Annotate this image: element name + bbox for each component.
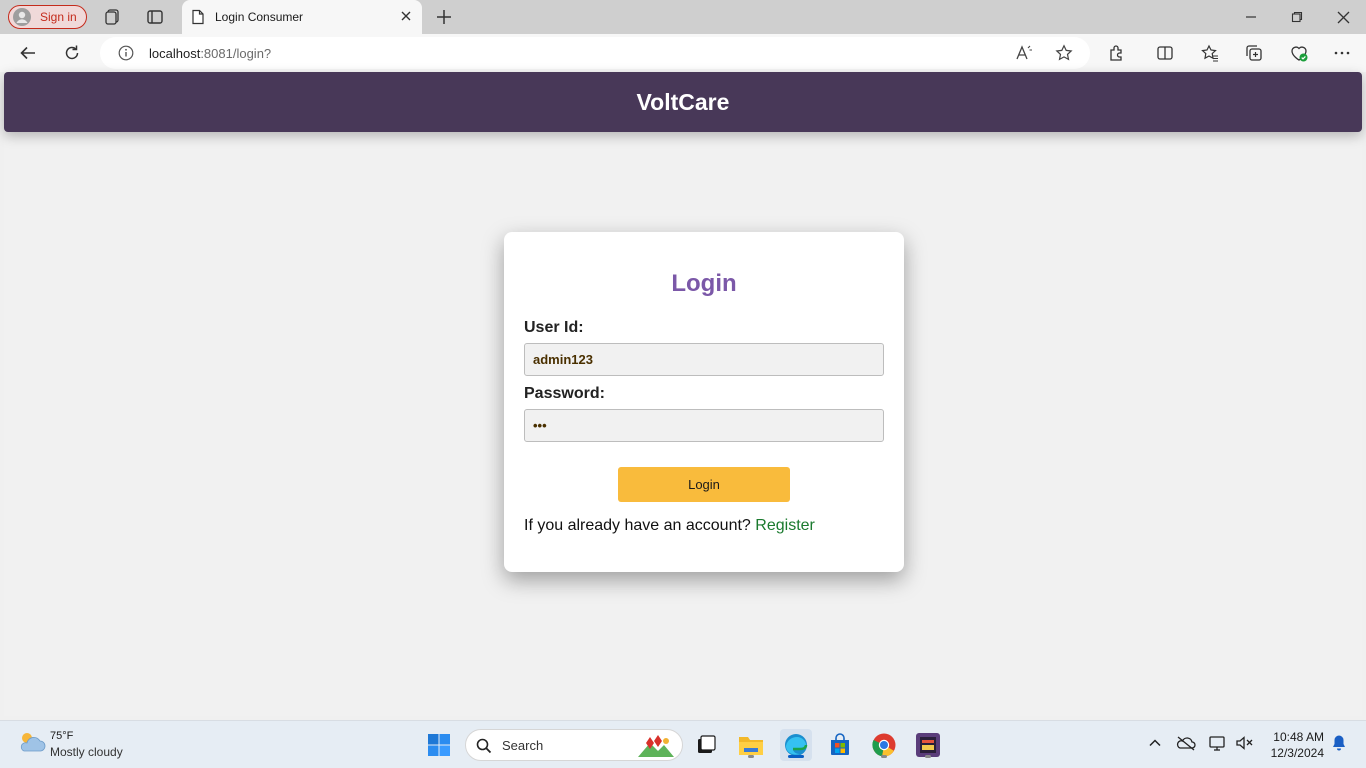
read-aloud-icon[interactable] bbox=[1012, 41, 1036, 65]
profile-label: Sign in bbox=[40, 10, 77, 24]
taskbar-search[interactable]: Search bbox=[465, 729, 683, 761]
profile-sign-in-button[interactable]: Sign in bbox=[8, 5, 87, 29]
system-clock[interactable]: 10:48 AM 12/3/2024 bbox=[1262, 729, 1324, 761]
app-running-indicator bbox=[748, 755, 754, 758]
weather-condition: Mostly cloudy bbox=[50, 745, 123, 759]
network-icon[interactable] bbox=[1208, 733, 1228, 753]
clock-date: 12/3/2024 bbox=[1270, 746, 1324, 760]
register-link[interactable]: Register bbox=[755, 517, 815, 534]
search-icon bbox=[476, 738, 492, 754]
windows-taskbar: 75°F Mostly cloudy Search 10:48 AM 12/3/… bbox=[0, 720, 1366, 768]
url-path: :8081/login? bbox=[200, 46, 272, 61]
maximize-icon[interactable] bbox=[1285, 5, 1309, 29]
weather-temp: 75°F bbox=[50, 730, 74, 742]
app-active-indicator bbox=[788, 755, 804, 758]
new-tab-icon[interactable] bbox=[432, 5, 456, 29]
url-text[interactable]: localhost:8081/login? bbox=[149, 46, 271, 61]
login-button[interactable]: Login bbox=[618, 467, 790, 502]
url-host: localhost bbox=[149, 46, 201, 61]
page-viewport: VoltCare Login User Id: Password: Login … bbox=[4, 72, 1362, 716]
app-running-indicator bbox=[925, 755, 931, 758]
search-label: Search bbox=[502, 738, 544, 753]
chevron-up-icon[interactable] bbox=[1145, 733, 1165, 753]
clock-time: 10:48 AM bbox=[1273, 730, 1324, 744]
minimize-icon[interactable] bbox=[1239, 5, 1263, 29]
file-explorer-icon[interactable] bbox=[735, 729, 767, 761]
collections-icon[interactable] bbox=[1242, 41, 1266, 65]
more-icon[interactable] bbox=[1330, 41, 1354, 65]
app-running-indicator bbox=[881, 755, 887, 758]
app-icon[interactable] bbox=[912, 729, 944, 761]
browser-toolbar: localhost:8081/login? bbox=[0, 34, 1366, 72]
register-prompt-text: If you already have an account? bbox=[524, 517, 751, 534]
extensions-icon[interactable] bbox=[1105, 41, 1129, 65]
store-icon[interactable] bbox=[824, 729, 856, 761]
browser-tabstrip: Sign in Login Consumer bbox=[0, 0, 1366, 34]
login-card: Login User Id: Password: Login If you al… bbox=[504, 232, 904, 572]
notification-icon[interactable] bbox=[1329, 733, 1349, 753]
split-screen-icon[interactable] bbox=[1153, 41, 1177, 65]
weather-icon bbox=[20, 733, 46, 752]
weather-widget[interactable]: 75°F Mostly cloudy bbox=[16, 727, 123, 762]
back-icon[interactable] bbox=[16, 41, 40, 65]
tab-title: Login Consumer bbox=[215, 10, 304, 24]
refresh-icon[interactable] bbox=[60, 41, 84, 65]
window-close-icon[interactable] bbox=[1331, 5, 1355, 29]
user-icon bbox=[13, 8, 31, 26]
favorites-icon[interactable] bbox=[1198, 41, 1222, 65]
chrome-icon[interactable] bbox=[868, 729, 900, 761]
onedrive-icon[interactable] bbox=[1176, 733, 1196, 753]
browser-essentials-icon[interactable] bbox=[1287, 41, 1311, 65]
login-heading: Login bbox=[671, 270, 737, 297]
volume-icon[interactable] bbox=[1235, 733, 1255, 753]
password-label: Password: bbox=[524, 385, 605, 402]
register-prompt: If you already have an account? Register bbox=[524, 517, 815, 535]
user-id-label: User Id: bbox=[524, 319, 584, 336]
windows-start-icon[interactable] bbox=[423, 729, 455, 761]
user-id-input[interactable] bbox=[524, 343, 884, 376]
favorite-star-icon[interactable] bbox=[1052, 41, 1076, 65]
edge-icon[interactable] bbox=[780, 729, 812, 761]
app-title: VoltCare bbox=[636, 88, 730, 115]
info-icon[interactable] bbox=[114, 41, 138, 65]
close-icon[interactable] bbox=[399, 9, 413, 23]
tab-actions-icon[interactable] bbox=[143, 5, 167, 29]
page-icon bbox=[192, 9, 204, 25]
search-highlight-icon bbox=[638, 735, 674, 757]
password-input[interactable] bbox=[524, 409, 884, 442]
app-header: VoltCare bbox=[4, 72, 1362, 132]
address-bar[interactable]: localhost:8081/login? bbox=[100, 37, 1090, 69]
tab-login-consumer[interactable]: Login Consumer bbox=[182, 0, 422, 34]
task-view-icon[interactable] bbox=[690, 729, 722, 761]
workspaces-icon[interactable] bbox=[101, 5, 125, 29]
